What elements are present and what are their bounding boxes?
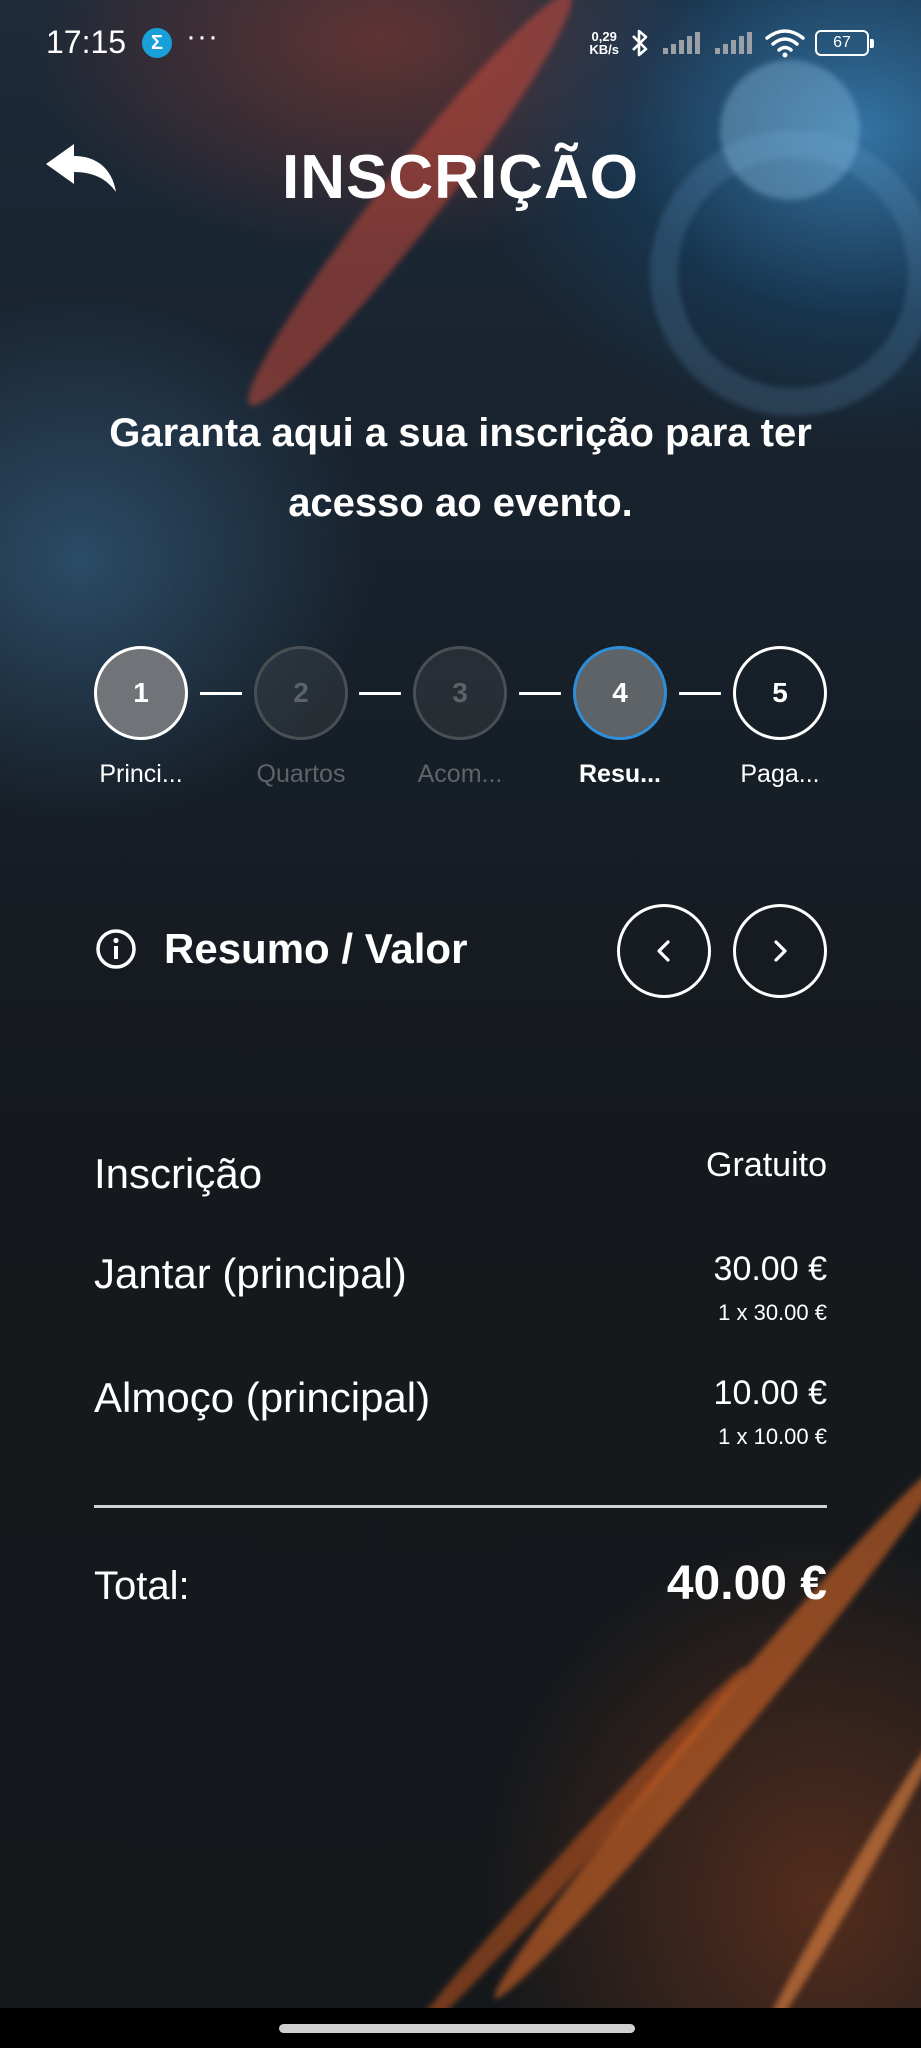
intro-text: Garanta aqui a sua inscrição para ter ac… [109,411,812,525]
chevron-left-icon [657,940,670,962]
network-speed: 0,29 KB/s [589,30,619,56]
network-speed-unit: KB/s [589,42,619,57]
step-number: 2 [254,646,348,740]
registration-stepper: 1 Princi... 2 Quartos 3 Acom... 4 Resu..… [0,646,921,796]
step-label: Princi... [99,760,183,788]
previous-step-button[interactable] [617,904,711,998]
step-label: Resu... [579,760,661,788]
step-pagamento[interactable]: 5 Paga... [700,646,860,789]
status-bar: 17:15 Σ ··· 0,29 KB/s 67 [0,0,921,86]
home-indicator[interactable] [279,2024,635,2033]
item-price: 30.00 € [713,1250,827,1288]
chevron-right-icon [774,940,787,962]
signal-icon-2 [715,32,752,54]
step-number: 5 [733,646,827,740]
step-principal[interactable]: 1 Princi... [61,646,221,789]
step-number: 1 [94,646,188,740]
battery-icon: 67 [815,30,874,56]
wifi-icon [765,29,805,58]
step-label: Paga... [740,760,820,788]
step-label: Quartos [256,760,346,788]
info-icon [96,929,136,969]
item-name: Jantar (principal) [94,1250,407,1297]
summary-divider [94,1505,827,1508]
status-time: 17:15 [46,24,127,60]
signal-icon [663,32,700,54]
step-acompanhantes: 3 Acom... [380,646,540,789]
notification-app-icon: Σ [142,28,172,58]
background-image [0,0,921,2048]
more-notifications-icon: ··· [186,20,219,53]
step-label: Acom... [417,760,503,788]
next-step-button[interactable] [733,904,827,998]
step-number: 4 [573,646,667,740]
page-title: INSCRIÇÃO [282,143,639,212]
step-resumo[interactable]: 4 Resu... [540,646,700,789]
system-navigation-bar [0,2008,921,2048]
section-title: Resumo / Valor [164,925,468,972]
total-value: 40.00 € [666,1557,827,1610]
status-indicators: 0,29 KB/s 67 [589,24,874,62]
section-header: Resumo / Valor [94,902,467,996]
item-price: 10.00 € [713,1374,827,1412]
total-label: Total: [94,1564,190,1608]
item-name: Inscrição [94,1150,263,1197]
item-detail: 1 x 10.00 € [718,1424,827,1449]
item-price: Gratuito [706,1146,827,1184]
item-name: Almoço (principal) [94,1374,431,1421]
step-quartos: 2 Quartos [221,646,381,789]
item-detail: 1 x 30.00 € [718,1300,827,1325]
bluetooth-icon [632,29,648,57]
step-number: 3 [413,646,507,740]
